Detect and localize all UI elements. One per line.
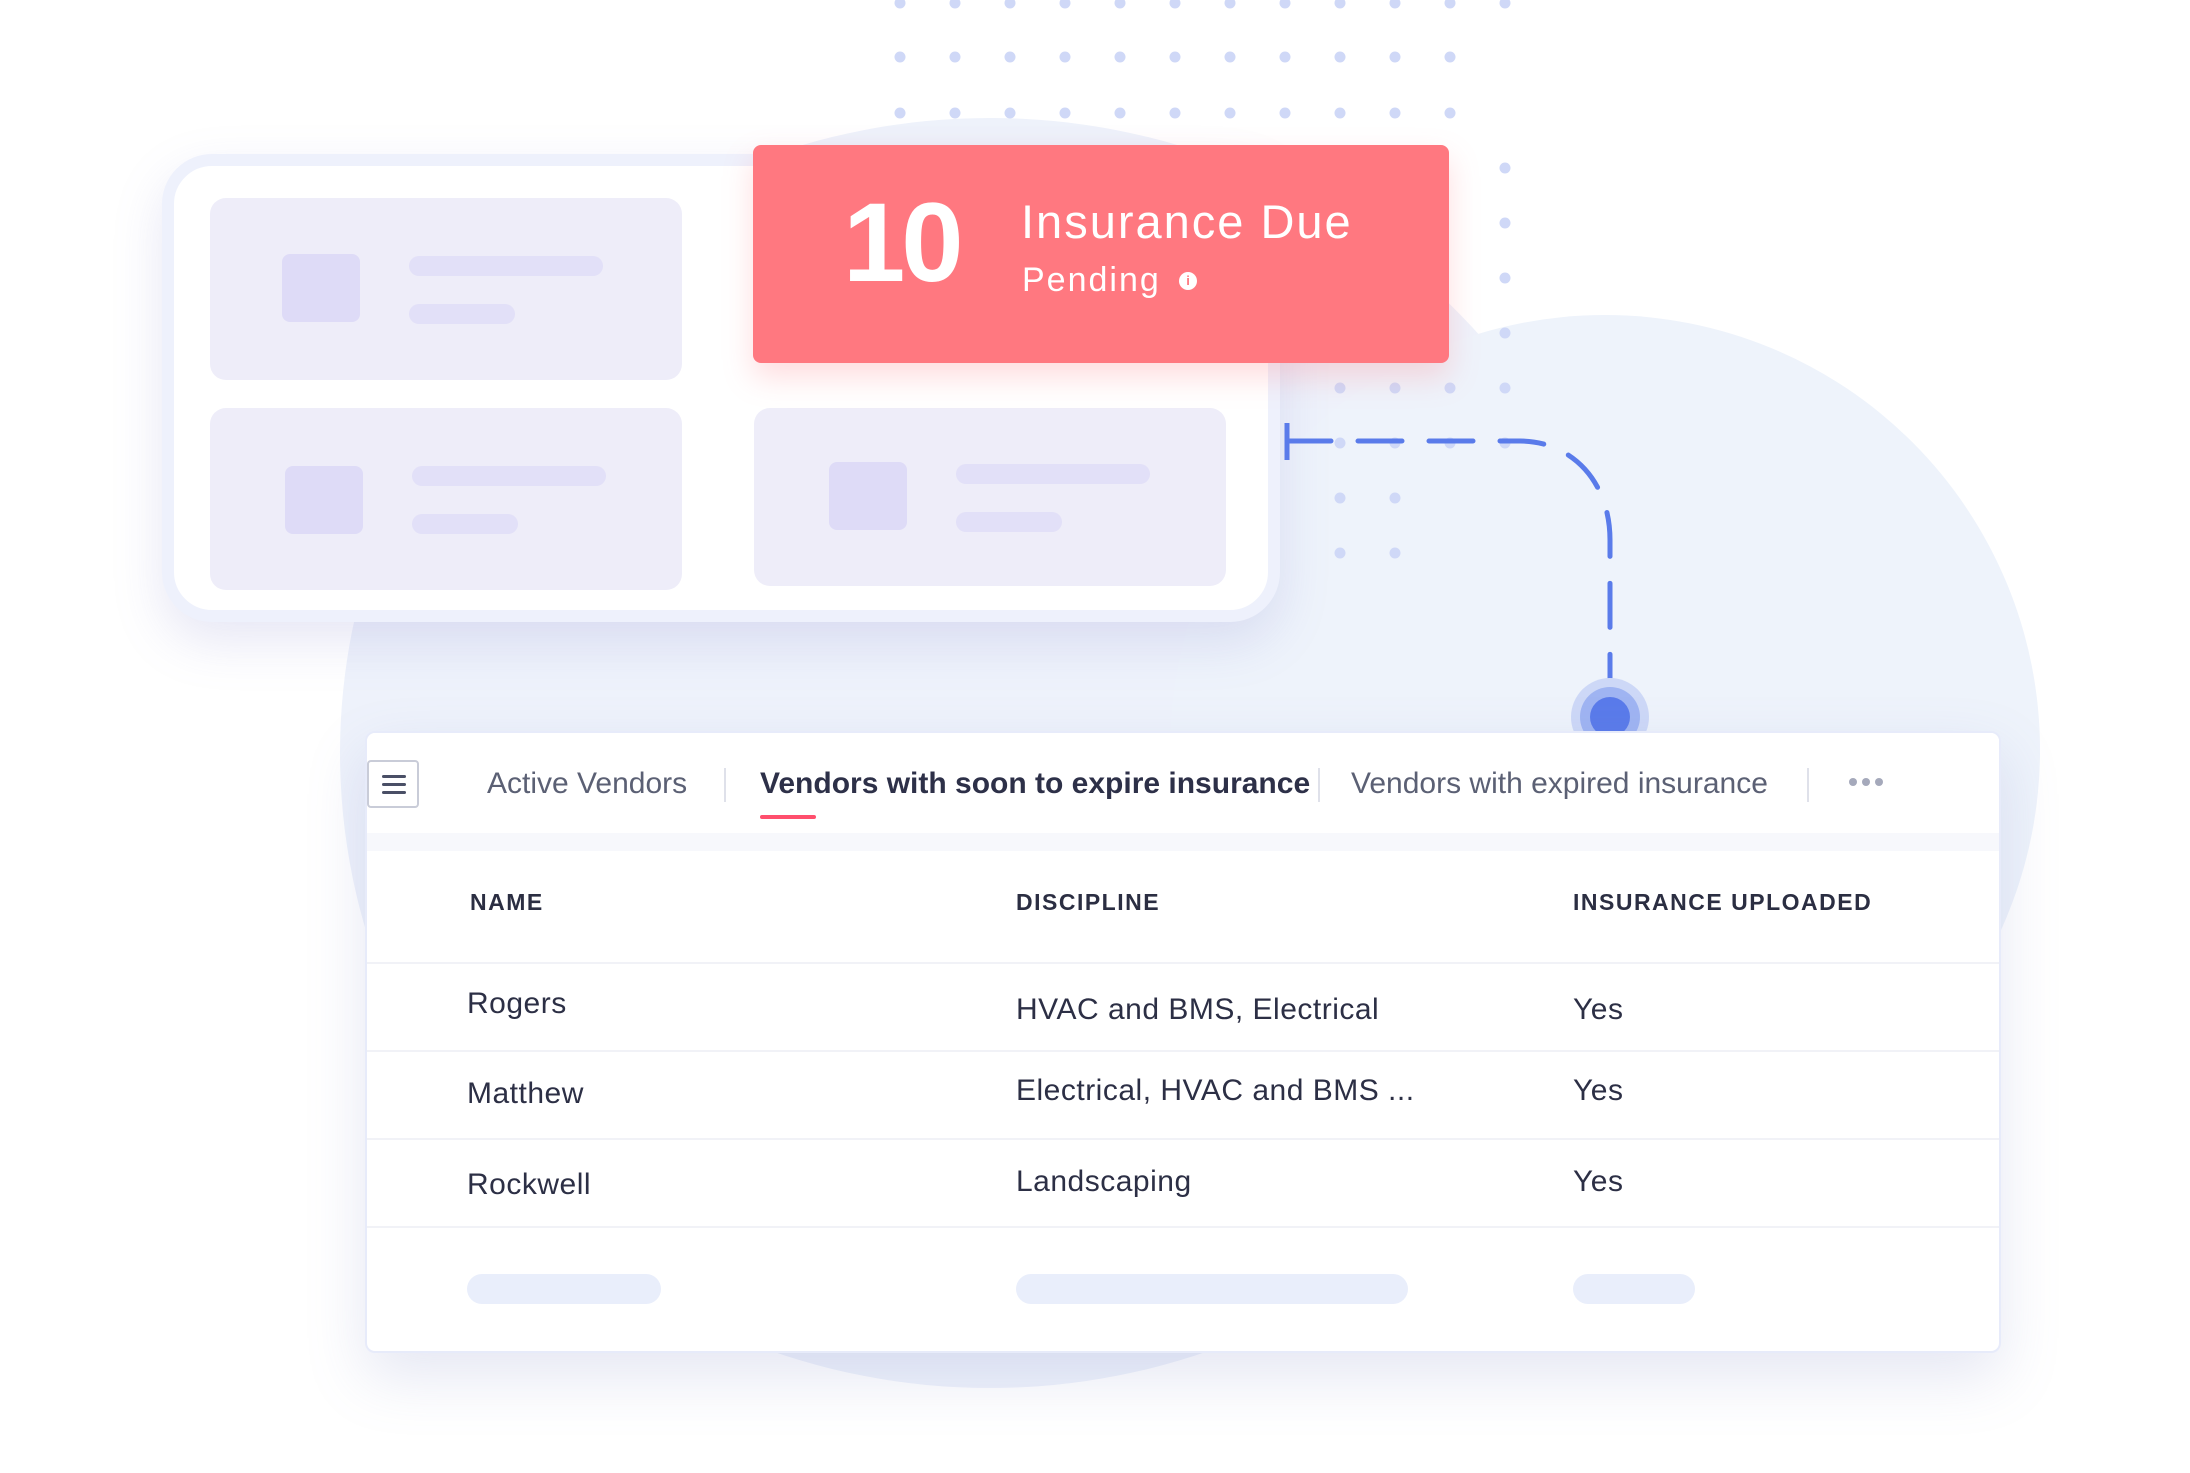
alert-count: 10 [843, 180, 964, 305]
grid-dot [1004, 107, 1016, 119]
skeleton-tile [754, 408, 1226, 586]
grid-dot [894, 51, 906, 63]
table-row-discipline: Electrical, HVAC and BMS ... [1016, 1074, 1415, 1107]
grid-dot [1444, 107, 1456, 119]
grid-dot [1114, 51, 1126, 63]
info-icon[interactable]: i [1179, 272, 1197, 290]
tab-soon-to-expire[interactable]: Vendors with soon to expire insurance [760, 769, 1310, 799]
grid-dot [1334, 382, 1346, 394]
table-row-discipline: HVAC and BMS, Electrical [1016, 993, 1380, 1026]
grid-dot [1224, 0, 1236, 9]
grid-dot [1114, 107, 1126, 119]
table-row-discipline: Landscaping [1016, 1165, 1192, 1198]
grid-dot [1499, 327, 1511, 339]
grid-dot [1444, 382, 1456, 394]
grid-dot [1389, 382, 1401, 394]
tab-expired-insurance[interactable]: Vendors with expired insurance [1351, 769, 1768, 799]
skeleton-cell [1573, 1274, 1695, 1304]
skeleton-tile [210, 408, 682, 590]
grid-dot [949, 107, 961, 119]
skeleton-cell [1016, 1274, 1408, 1304]
column-header-insurance: INSURANCE UPLOADED [1573, 889, 1873, 915]
tab-bar: Active Vendors Vendors with soon to expi… [367, 733, 1999, 833]
grid-dot [1389, 107, 1401, 119]
alert-title: Insurance Due [1021, 195, 1353, 248]
grid-dot [1004, 0, 1016, 9]
vendors-table-card: Active Vendors Vendors with soon to expi… [365, 731, 2001, 1353]
grid-dot [1389, 0, 1401, 9]
column-header-name: NAME [470, 889, 544, 915]
grid-dot [1334, 51, 1346, 63]
grid-dot [1279, 51, 1291, 63]
grid-dot [1499, 217, 1511, 229]
grid-dot [949, 51, 961, 63]
menu-button[interactable] [367, 760, 419, 808]
tab-divider [1807, 768, 1809, 802]
grid-dot [1389, 51, 1401, 63]
grid-dot [1169, 107, 1181, 119]
row-divider [367, 962, 1999, 964]
table-row-name: Rogers [467, 987, 567, 1020]
row-divider [367, 1050, 1999, 1052]
grid-dot [1444, 0, 1456, 9]
table-row-name: Rockwell [467, 1168, 592, 1201]
row-divider [367, 1226, 1999, 1228]
alert-status: Pending [1022, 261, 1161, 299]
table-row-insurance: Yes [1573, 1165, 1624, 1198]
skeleton-tile [210, 198, 682, 380]
grid-dot [1224, 51, 1236, 63]
grid-dot [1059, 107, 1071, 119]
grid-dot [949, 0, 961, 9]
grid-dot [1334, 107, 1346, 119]
tab-divider [1318, 768, 1320, 802]
grid-dot [1169, 0, 1181, 9]
grid-dot [1334, 0, 1346, 9]
tab-active-vendors[interactable]: Active Vendors [487, 769, 687, 799]
more-options-icon[interactable] [1849, 778, 1889, 788]
table-row-insurance: Yes [1573, 1074, 1624, 1107]
grid-dot [1279, 0, 1291, 9]
insurance-due-alert[interactable]: 10 Insurance Due Pending i [753, 145, 1449, 363]
grid-dot [1279, 107, 1291, 119]
table-row-name: Matthew [467, 1077, 584, 1110]
tab-divider [724, 768, 726, 802]
table-row-insurance: Yes [1573, 993, 1624, 1026]
grid-dot [1499, 162, 1511, 174]
active-tab-indicator [760, 815, 816, 819]
grid-dot [1114, 0, 1126, 9]
grid-dot [1059, 0, 1071, 9]
grid-dot [1499, 382, 1511, 394]
row-divider [367, 1138, 1999, 1140]
grid-dot [1224, 107, 1236, 119]
grid-dot [1499, 0, 1511, 9]
grid-dot [1004, 51, 1016, 63]
connector-line [1284, 423, 1649, 756]
grid-dot [894, 107, 906, 119]
grid-dot [1169, 51, 1181, 63]
tab-bar-divider [367, 833, 1999, 851]
grid-dot [1499, 272, 1511, 284]
grid-dot [1444, 51, 1456, 63]
column-header-discipline: DISCIPLINE [1016, 889, 1161, 915]
grid-dot [1059, 51, 1071, 63]
skeleton-cell [467, 1274, 661, 1304]
grid-dot [894, 0, 906, 9]
